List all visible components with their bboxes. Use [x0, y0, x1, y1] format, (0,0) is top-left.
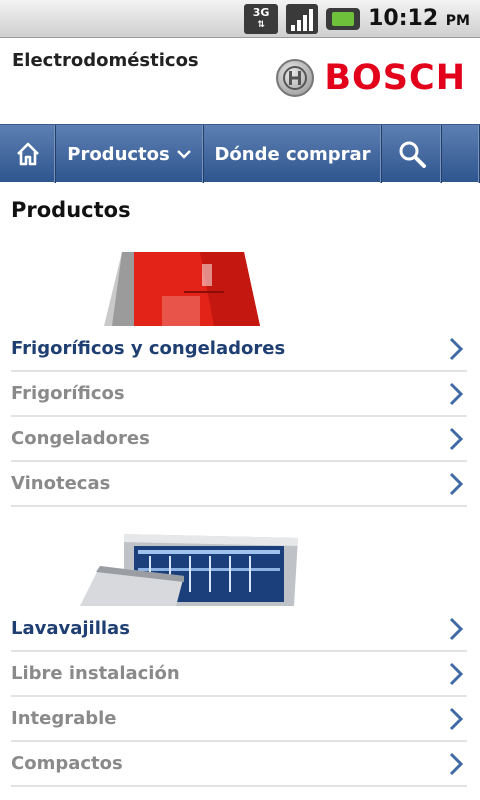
where-to-buy-label: Dónde comprar [214, 143, 371, 165]
clock-time: 10:12 [368, 6, 439, 31]
list-item-fridges[interactable]: Frigoríficos [11, 372, 467, 417]
list-item-wine-coolers[interactable]: Vinotecas [11, 462, 467, 507]
dishwasher-image[interactable] [80, 532, 302, 606]
category-row-fridges-freezers[interactable]: Frigoríficos y congeladores [11, 327, 467, 372]
chevron-right-icon [445, 334, 467, 364]
bosch-armature-icon [276, 59, 315, 97]
chevron-right-icon [445, 424, 467, 454]
list-item-integrated[interactable]: Integrable [11, 697, 467, 742]
clock: 10:12 PM [368, 6, 470, 31]
list-item-freezers[interactable]: Congeladores [11, 417, 467, 462]
bosch-logo[interactable]: BOSCH [276, 58, 466, 98]
list-item-label: Compactos [11, 753, 123, 774]
fridge-image[interactable] [104, 252, 260, 326]
list-item-label: Vinotecas [11, 473, 111, 494]
list-item-label: Libre instalación [11, 663, 180, 684]
brand-title: Electrodomésticos [12, 50, 199, 71]
app-header: Electrodomésticos BOSCH [0, 38, 480, 124]
home-icon [16, 142, 39, 166]
chevron-right-icon [445, 659, 467, 689]
products-menu-label: Productos [67, 143, 170, 165]
list-item-compact[interactable]: Compactos [11, 742, 467, 787]
chevron-right-icon [445, 749, 467, 779]
chevron-down-icon [176, 150, 191, 159]
main-nav: Productos Dónde comprar [0, 124, 480, 183]
status-bar: 3G ⇅ 10:12 PM [0, 0, 480, 38]
where-to-buy-button[interactable]: Dónde comprar [204, 125, 382, 183]
signal-icon [286, 3, 319, 34]
home-button[interactable] [0, 125, 56, 183]
list-item-label: Integrable [11, 708, 117, 729]
network-label: 3G [252, 5, 270, 19]
list-item-label: Congeladores [11, 428, 150, 449]
page-title: Productos [11, 198, 131, 222]
list-item-label: Frigoríficos [11, 383, 125, 404]
search-icon [399, 141, 426, 168]
search-button[interactable] [382, 125, 442, 183]
network-3g-icon: 3G ⇅ [244, 3, 279, 34]
chevron-right-icon [445, 379, 467, 409]
clock-ampm: PM [445, 13, 470, 29]
nav-spacer [442, 125, 480, 183]
category-row-dishwashers[interactable]: Lavavajillas [11, 607, 467, 652]
category-label: Frigoríficos y congeladores [11, 338, 286, 359]
battery-icon [326, 7, 361, 30]
category-label: Lavavajillas [11, 618, 130, 639]
chevron-right-icon [445, 614, 467, 644]
chevron-right-icon [445, 704, 467, 734]
list-item-freestanding[interactable]: Libre instalación [11, 652, 467, 697]
chevron-right-icon [445, 469, 467, 499]
products-menu-button[interactable]: Productos [56, 125, 204, 183]
logo-text: BOSCH [324, 58, 466, 98]
